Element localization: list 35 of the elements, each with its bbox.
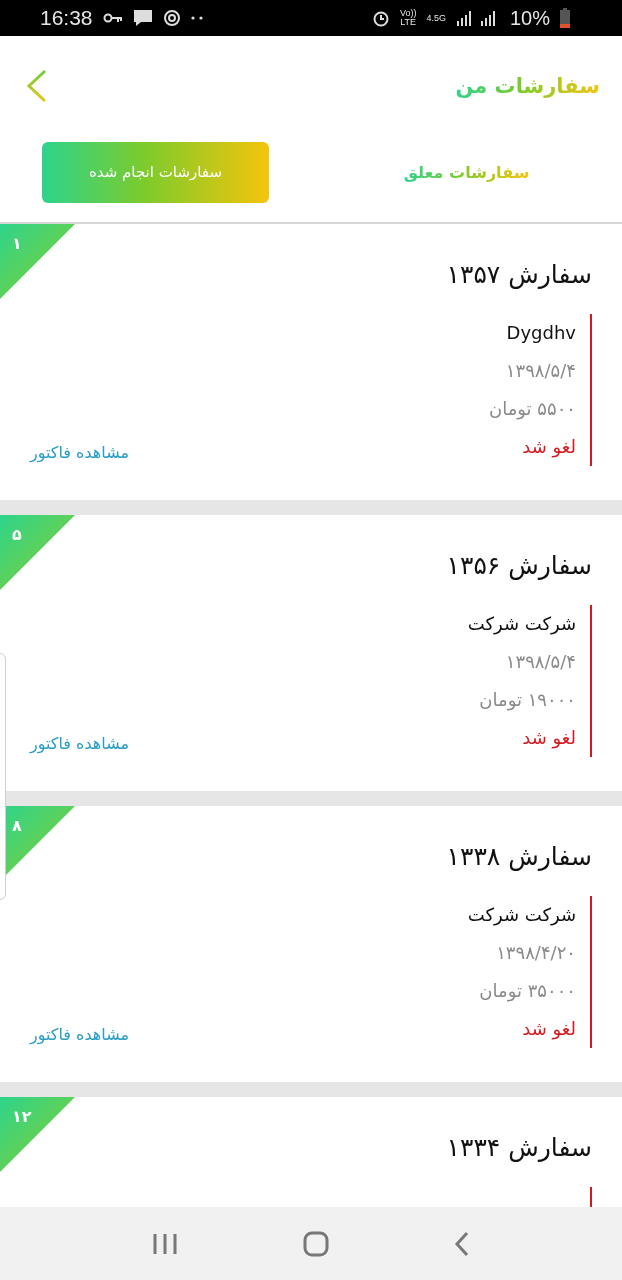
key-icon [102,13,123,23]
lte-label: LTE [400,18,417,27]
order-amount: ۳۵۰۰۰ تومان [478,979,576,1004]
invoice-link[interactable]: مشاهده فاکتور [30,734,129,753]
order-title: سفارش ۱۳۵۶ [446,551,592,580]
customer-name: شرکت شرکت [467,903,576,928]
order-index: ۸ [12,816,22,835]
order-title: سفارش ۱۳۳۴ [446,1133,592,1162]
dots-icon [190,16,203,20]
order-status: لغو شد [521,1017,576,1042]
order-date: ۱۳۹۸/۵/۴ [504,359,576,383]
order-amount: ۱۹۰۰۰ تومان [478,688,576,713]
message-icon [132,9,153,27]
page-title: سفارشات من [455,74,600,98]
clock-time: 16:38 [40,6,93,30]
order-status: لغو شد [521,726,576,751]
order-amount: ۵۵۰۰ تومان [488,397,576,422]
order-title: سفارش ۱۳۳۸ [446,842,592,871]
tab[interactable]: سفارشات انجام شده [42,141,269,203]
alarm-icon [371,9,390,27]
order-index: ۱ [12,234,22,253]
order-date: ۱۳۹۸/۵/۴ [504,650,576,674]
customer-name: شرکت شرکت [467,612,576,637]
order-status: لغو شد [521,435,576,460]
battery-percent: 10% [509,6,550,30]
order-index: ۵ [12,525,22,544]
network-label: 4.5G [426,13,446,23]
battery-icon [560,8,570,28]
customer-name: Dygdhv [505,321,576,345]
invoice-link[interactable]: مشاهده فاکتور [30,443,129,462]
invoice-link[interactable]: مشاهده فاکتور [30,1025,129,1044]
order-date: ۱۳۹۸/۴/۲۰ [495,941,576,965]
order-title: سفارش ۱۳۵۷ [446,260,592,289]
order-index: ۱۲ [12,1107,32,1126]
volte-label: Vo)) [399,9,417,18]
